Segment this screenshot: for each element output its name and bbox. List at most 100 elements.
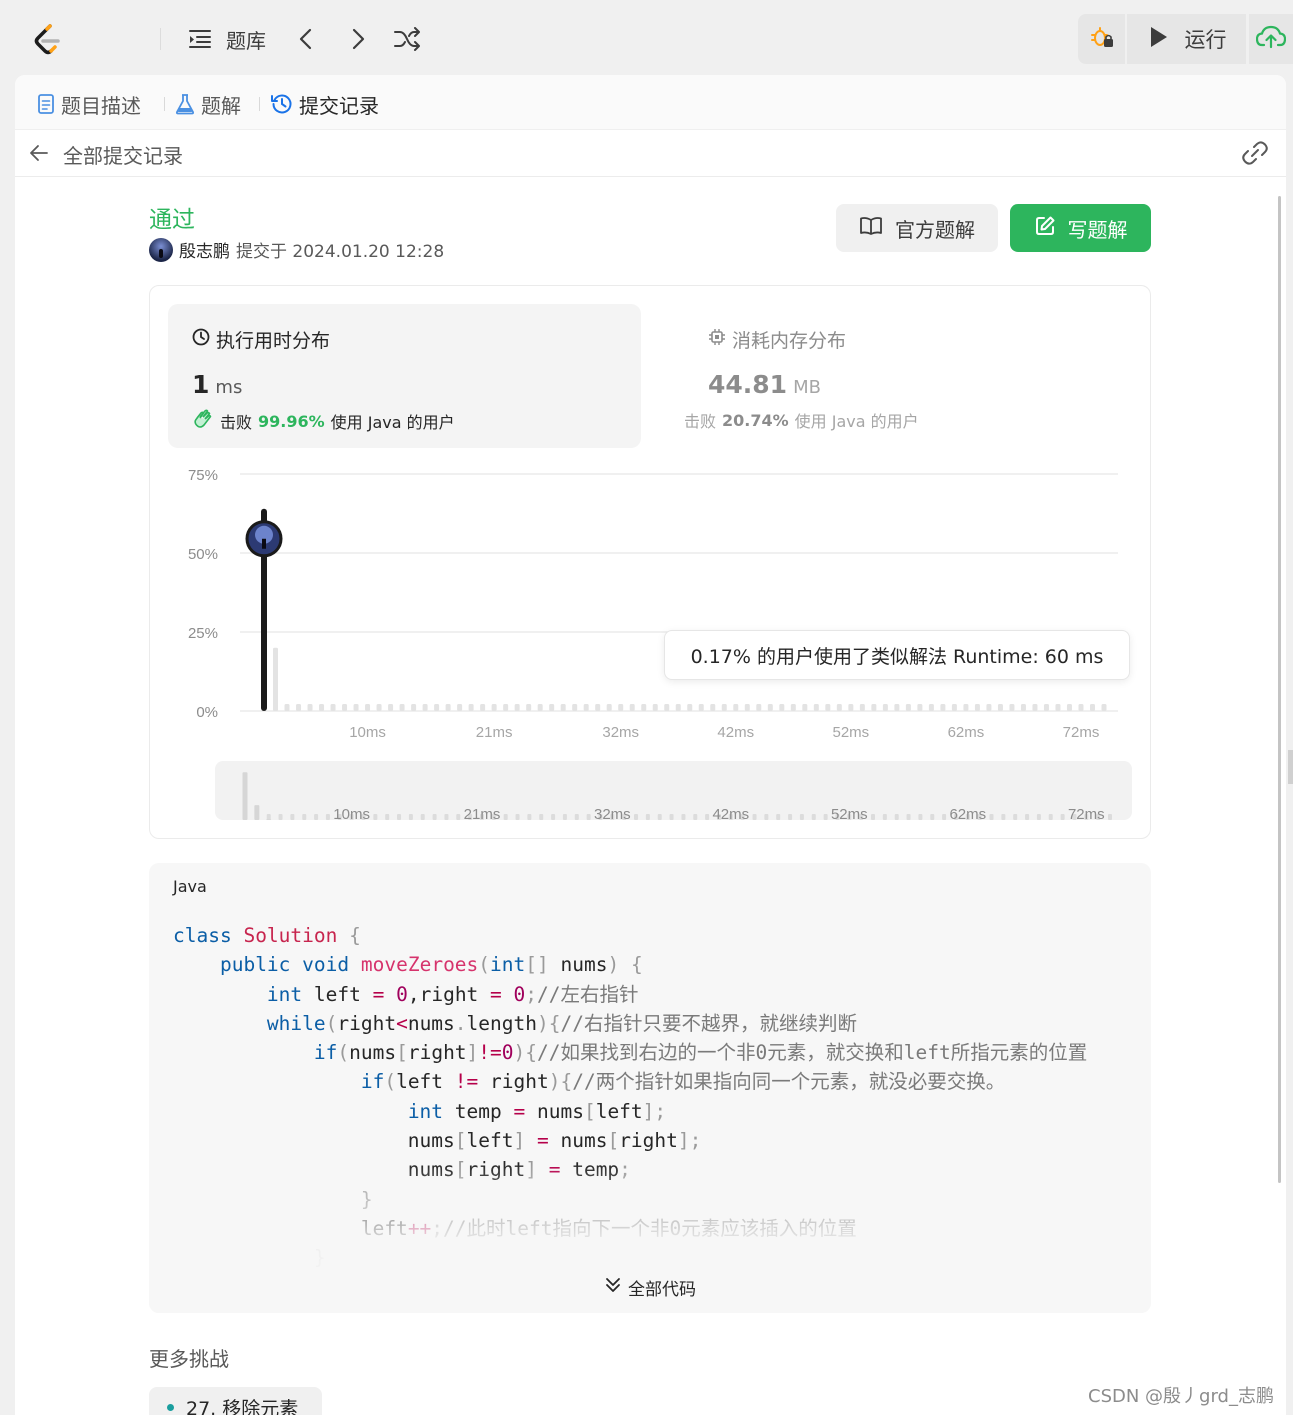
brush-bar	[681, 814, 686, 820]
brush-bar	[823, 814, 828, 820]
brush-tick-label: 42ms	[712, 806, 749, 823]
submit-button[interactable]	[1249, 14, 1293, 64]
brush-bar	[551, 814, 556, 820]
chart-bar	[859, 704, 865, 711]
write-solution-button[interactable]: 写题解	[1010, 204, 1151, 252]
chart-bar	[871, 704, 877, 711]
runtime-beat-pct: 99.96%	[258, 411, 325, 431]
tab-solutions[interactable]: 题解	[175, 89, 241, 119]
brush-bar	[657, 814, 662, 820]
runtime-unit: ms	[215, 377, 243, 398]
brush-bar	[693, 814, 698, 820]
chart-bar	[629, 704, 635, 711]
y-tick-label: 25%	[188, 625, 218, 642]
chart-bar	[273, 647, 279, 711]
x-tick-label: 10ms	[349, 724, 386, 741]
expand-code-label: 全部代码	[628, 1280, 696, 1300]
brush-bar	[266, 819, 272, 820]
code-language: Java	[173, 877, 207, 896]
next-problem-button[interactable]	[350, 20, 366, 58]
avatar[interactable]	[149, 237, 173, 262]
brush-bar	[1060, 814, 1065, 820]
brush-bar	[254, 805, 260, 820]
chart-bar	[664, 704, 670, 711]
tab-description[interactable]: 题目描述	[37, 89, 141, 119]
brush-bar	[290, 814, 295, 820]
author-name[interactable]: 殷志鹏	[179, 237, 230, 262]
chart-bar	[480, 704, 486, 711]
run-button[interactable]: 运行	[1127, 14, 1246, 64]
chart-bar	[986, 704, 992, 711]
brush-bar	[314, 814, 319, 820]
brush-bar	[894, 814, 899, 820]
brush-bar	[776, 814, 781, 820]
back-row: 全部提交记录	[15, 131, 1286, 177]
memory-stat[interactable]: 消耗内存分布 44.81 MB 击败 20.74% 使用 Java 的用户	[684, 304, 1124, 448]
brush-bar	[1001, 814, 1006, 820]
tab-description-label: 题目描述	[61, 93, 141, 118]
chart-bar	[296, 704, 302, 711]
chip-icon	[708, 328, 732, 351]
x-tick-label: 72ms	[1063, 724, 1100, 741]
random-problem-button[interactable]	[393, 20, 421, 58]
scrollbar[interactable]	[1278, 196, 1281, 1183]
brush-bar	[705, 814, 710, 820]
prev-problem-button[interactable]	[298, 20, 314, 58]
memory-beat-suffix: 使用 Java 的用户	[794, 412, 919, 431]
chart-bar	[399, 704, 405, 711]
history-icon	[271, 93, 293, 115]
link-icon[interactable]	[1241, 141, 1269, 169]
shuffle-icon	[393, 27, 421, 51]
chart-bar	[376, 704, 382, 711]
chart-bar	[445, 704, 451, 711]
cloud-upload-icon	[1255, 25, 1287, 53]
chart-bar	[606, 704, 612, 711]
difficulty-dot	[167, 1403, 174, 1411]
brush-bar	[752, 814, 757, 820]
chart-bar	[813, 704, 819, 711]
brush-bar	[764, 814, 769, 820]
chart-bar	[411, 704, 417, 711]
problem-bank-button[interactable]: 题库	[188, 20, 266, 58]
brush-bar	[788, 814, 793, 820]
memory-number: 44.81	[708, 370, 788, 399]
chart-bar	[319, 704, 325, 711]
memory-beat: 击败 20.74% 使用 Java 的用户	[684, 408, 919, 432]
play-icon	[1147, 25, 1169, 53]
performance-card: 执行用时分布 1 ms 击败 99.96% 使用 Java 的用户 消耗内存分布 44…	[149, 285, 1151, 839]
side-handle[interactable]	[1288, 750, 1293, 784]
chevron-left-icon	[298, 27, 314, 51]
chart-bar	[974, 704, 980, 711]
brush-bar	[420, 814, 425, 820]
chart-bar	[1009, 704, 1015, 711]
topbar-divider	[160, 28, 161, 50]
brush-bar	[266, 814, 271, 820]
chart-bar	[1020, 704, 1026, 711]
chart-bar	[514, 704, 520, 711]
chart-bar	[698, 704, 704, 711]
challenge-item-label: 27. 移除元素	[186, 1397, 299, 1415]
brush-bar	[1036, 814, 1041, 820]
x-tick-label: 42ms	[717, 724, 754, 741]
challenge-item[interactable]: 27. 移除元素	[149, 1387, 322, 1415]
tab-submissions[interactable]: 提交记录	[271, 89, 379, 119]
leetcode-logo-icon[interactable]	[28, 20, 68, 60]
write-solution-label: 写题解	[1067, 217, 1128, 242]
expand-code-button[interactable]: 全部代码	[149, 1275, 1151, 1300]
debug-button[interactable]	[1078, 14, 1125, 64]
official-solution-button[interactable]: 官方题解	[836, 204, 998, 252]
runtime-stat[interactable]: 执行用时分布 1 ms 击败 99.96% 使用 Java 的用户	[168, 304, 641, 448]
more-challenges-title: 更多挑战	[149, 1347, 229, 1371]
chart-bar	[560, 704, 566, 711]
tab-submissions-label: 提交记录	[299, 93, 379, 118]
chart-bar	[491, 704, 497, 711]
arrow-left-icon[interactable]	[29, 143, 49, 167]
y-tick-label: 50%	[188, 546, 218, 563]
brush-bar	[432, 814, 437, 820]
top-bar: 题库 运行	[0, 0, 1293, 75]
chart-bar	[457, 704, 463, 711]
brush-bar	[906, 814, 911, 820]
all-submissions-link[interactable]: 全部提交记录	[63, 140, 183, 169]
brush-bar	[515, 814, 520, 820]
tab-divider	[164, 97, 165, 111]
